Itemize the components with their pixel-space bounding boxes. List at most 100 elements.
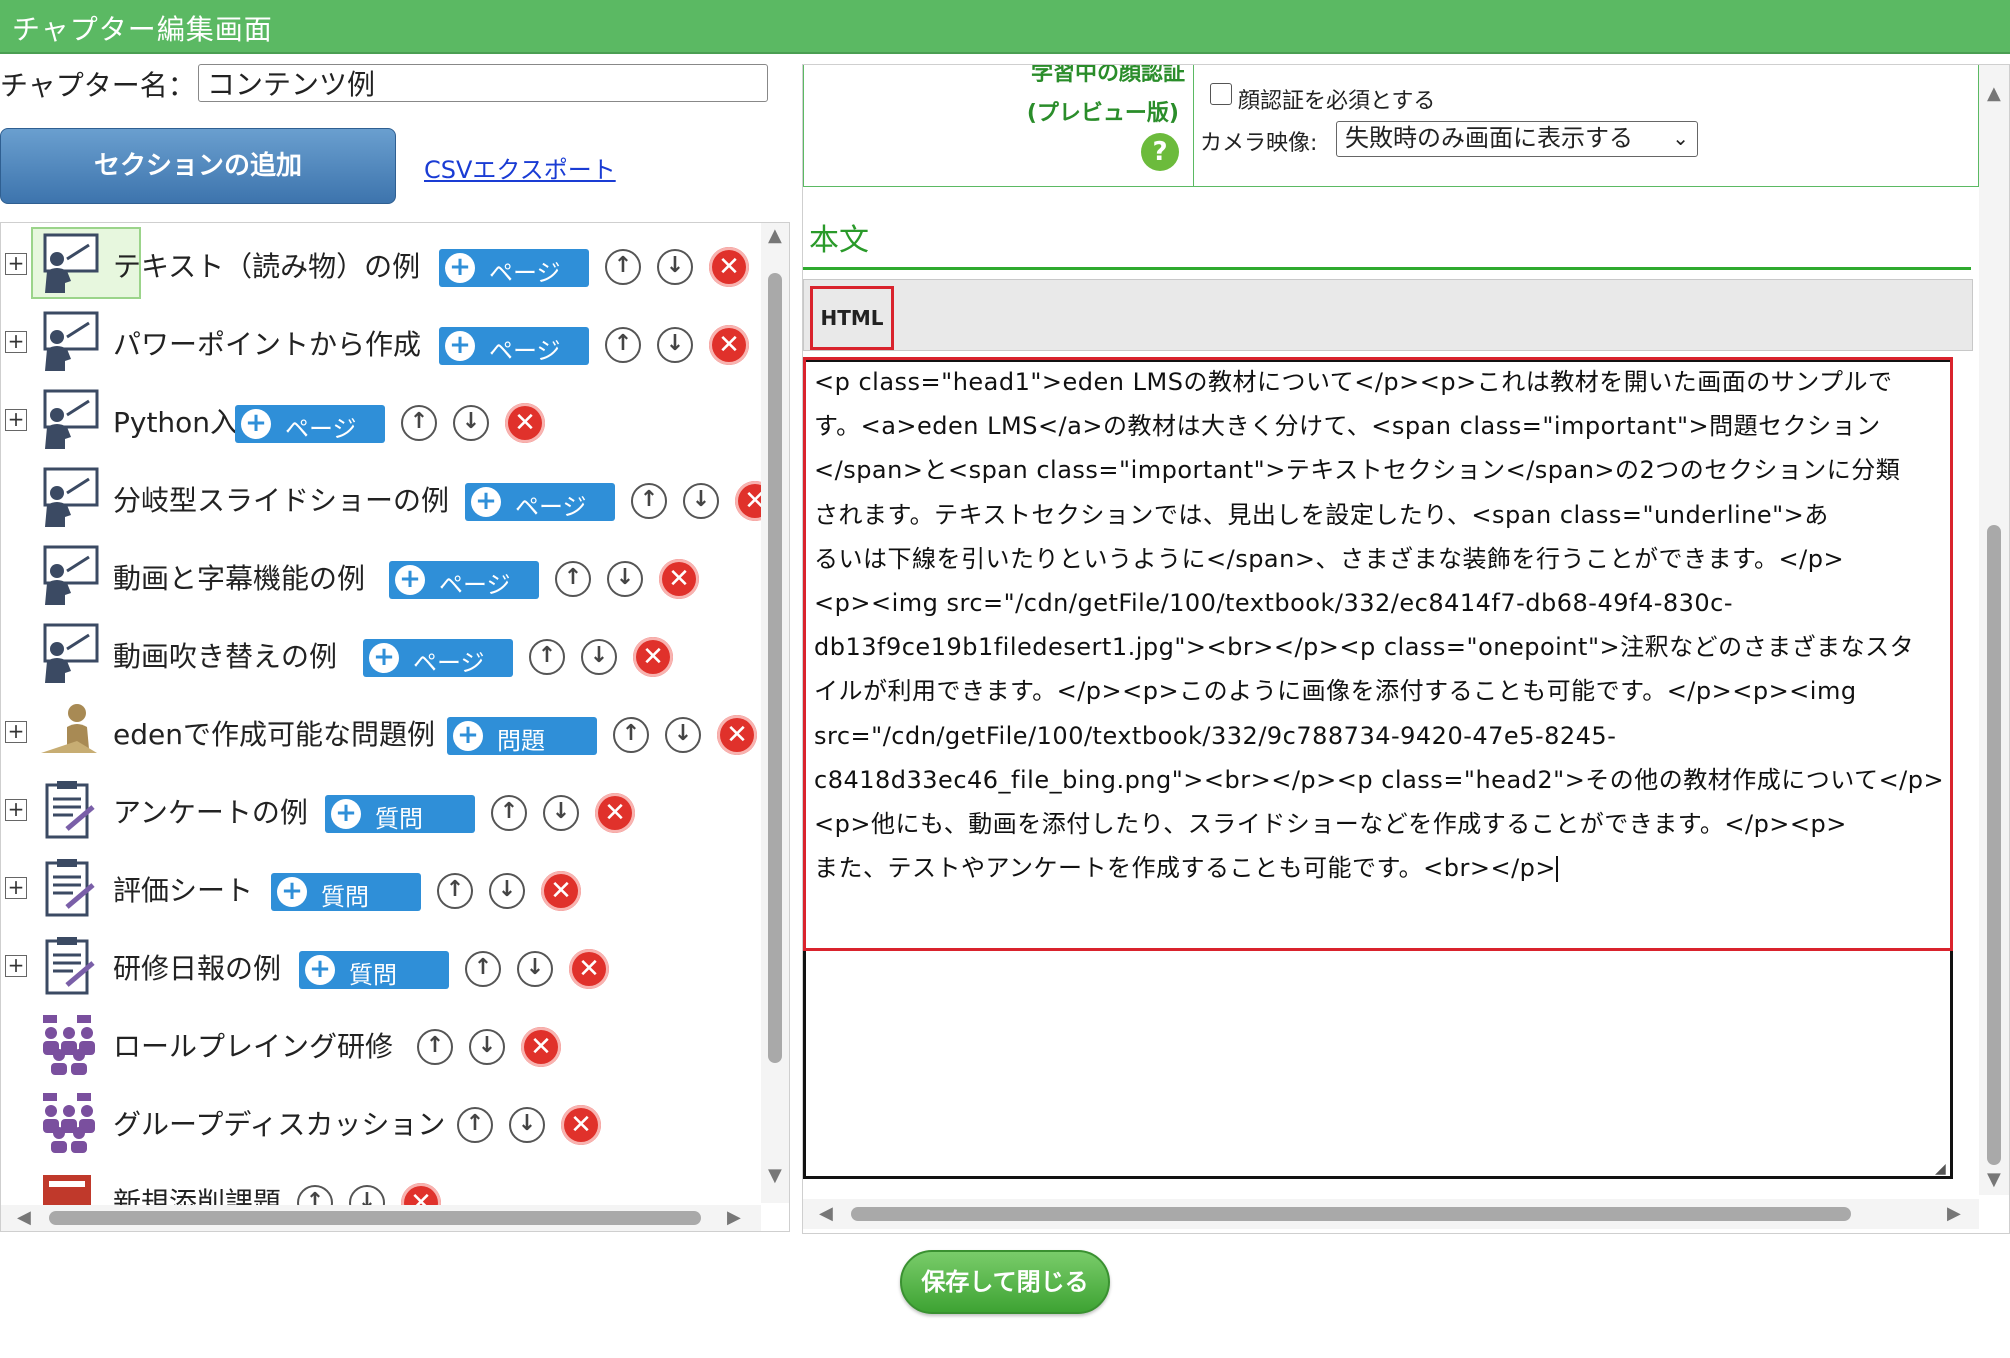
- panel-horizontal-scrollbar[interactable]: ◀ ▶: [803, 1199, 1979, 1229]
- delete-icon[interactable]: ✕: [709, 247, 749, 287]
- move-up-icon[interactable]: ↑: [613, 717, 649, 753]
- expand-icon[interactable]: +: [5, 253, 27, 275]
- add-question-button[interactable]: + 質問: [325, 795, 475, 833]
- delete-icon[interactable]: ✕: [521, 1027, 561, 1067]
- add-page-button[interactable]: + ページ: [439, 249, 589, 287]
- add-question-button[interactable]: + 問題: [447, 717, 597, 755]
- scroll-down-arrow[interactable]: ▼: [768, 1165, 782, 1186]
- move-up-icon[interactable]: ↑: [631, 483, 667, 519]
- add-question-button[interactable]: + 質問: [271, 873, 421, 911]
- move-down-icon[interactable]: ↓: [607, 561, 643, 597]
- chapter-name-input[interactable]: [198, 64, 768, 102]
- move-down-icon[interactable]: ↓: [657, 327, 693, 363]
- tree-item-label[interactable]: パワーポイントから作成: [113, 323, 421, 363]
- tree-row[interactable]: + edenで作成可能な問題例 + 問題 ↑ ↓ ✕: [1, 691, 761, 769]
- move-up-icon[interactable]: ↑: [529, 639, 565, 675]
- html-source-button[interactable]: HTML: [810, 286, 894, 350]
- move-down-icon[interactable]: ↓: [683, 483, 719, 519]
- scroll-up-arrow[interactable]: ▲: [768, 225, 782, 246]
- tree-row[interactable]: + パワーポイントから作成 + ページ ↑ ↓ ✕: [1, 301, 761, 379]
- move-up-icon[interactable]: ↑: [417, 1029, 453, 1065]
- expand-icon[interactable]: +: [5, 331, 27, 353]
- camera-display-select[interactable]: 失敗時のみ画面に表示する ⌄: [1336, 121, 1698, 157]
- move-up-icon[interactable]: ↑: [401, 405, 437, 441]
- scroll-thumb[interactable]: [49, 1211, 701, 1225]
- save-and-close-button[interactable]: 保存して閉じる: [900, 1250, 1110, 1314]
- scroll-up-arrow[interactable]: ▲: [1987, 83, 2001, 104]
- move-up-icon[interactable]: ↑: [605, 249, 641, 285]
- tree-row[interactable]: ロールプレイング研修 ↑ ↓ ✕: [1, 1003, 761, 1081]
- tree-row[interactable]: + 研修日報の例 + 質問 ↑ ↓ ✕: [1, 925, 761, 1003]
- add-page-button[interactable]: + ページ: [439, 327, 589, 365]
- scroll-thumb[interactable]: [851, 1207, 1851, 1221]
- tree-item-label[interactable]: 分岐型スライドショーの例: [113, 479, 449, 519]
- tree-item-label[interactable]: アンケートの例: [113, 791, 308, 831]
- delete-icon[interactable]: ✕: [595, 793, 635, 833]
- delete-icon[interactable]: ✕: [505, 403, 545, 443]
- delete-icon[interactable]: ✕: [659, 559, 699, 599]
- scroll-down-arrow[interactable]: ▼: [1987, 1169, 2001, 1190]
- tree-item-label[interactable]: テキスト（読み物）の例: [113, 245, 420, 285]
- tree-row[interactable]: グループディスカッション ↑ ↓ ✕: [1, 1081, 761, 1159]
- tree-row[interactable]: 動画吹き替えの例 + ページ ↑ ↓ ✕: [1, 613, 761, 691]
- move-up-icon[interactable]: ↑: [491, 795, 527, 831]
- scroll-thumb[interactable]: [1987, 525, 2001, 1165]
- tree-item-label[interactable]: edenで作成可能な問題例: [113, 713, 435, 753]
- add-page-button[interactable]: + ページ: [465, 483, 615, 521]
- scroll-left-arrow[interactable]: ◀: [17, 1207, 31, 1228]
- scroll-right-arrow[interactable]: ▶: [1947, 1203, 1961, 1224]
- html-source-text[interactable]: <p class="head1">eden LMSの教材について</p><p>こ…: [814, 360, 1944, 890]
- add-section-button[interactable]: セクションの追加: [0, 128, 396, 204]
- add-page-button[interactable]: + ページ: [235, 405, 385, 443]
- move-down-icon[interactable]: ↓: [489, 873, 525, 909]
- tree-item-label[interactable]: 評価シート: [113, 869, 253, 909]
- resize-handle-icon[interactable]: ◢: [1935, 1161, 1946, 1177]
- move-up-icon[interactable]: ↑: [555, 561, 591, 597]
- tree-item-label[interactable]: 研修日報の例: [113, 947, 281, 987]
- move-up-icon[interactable]: ↑: [605, 327, 641, 363]
- tree-item-label[interactable]: グループディスカッション: [113, 1103, 445, 1143]
- tree-horizontal-scrollbar[interactable]: ◀ ▶: [1, 1205, 761, 1231]
- move-down-icon[interactable]: ↓: [581, 639, 617, 675]
- tree-row[interactable]: + 評価シート + 質問 ↑ ↓ ✕: [1, 847, 761, 925]
- scroll-left-arrow[interactable]: ◀: [819, 1203, 833, 1224]
- add-question-button[interactable]: + 質問: [299, 951, 449, 989]
- scroll-right-arrow[interactable]: ▶: [727, 1207, 741, 1228]
- tree-row[interactable]: 分岐型スライドショーの例 + ページ ↑ ↓ ✕: [1, 457, 775, 535]
- delete-icon[interactable]: ✕: [561, 1105, 601, 1145]
- delete-icon[interactable]: ✕: [717, 715, 757, 755]
- expand-icon[interactable]: +: [5, 721, 27, 743]
- tree-vertical-scrollbar[interactable]: ▲ ▼: [761, 223, 789, 1203]
- move-up-icon[interactable]: ↑: [437, 873, 473, 909]
- tree-item-label[interactable]: 動画吹き替えの例: [113, 635, 337, 675]
- tree-item-label[interactable]: ロールプレイング研修: [113, 1025, 393, 1065]
- move-up-icon[interactable]: ↑: [465, 951, 501, 987]
- expand-icon[interactable]: +: [5, 877, 27, 899]
- panel-vertical-scrollbar[interactable]: ▲ ▼: [1979, 65, 2009, 1195]
- tree-row[interactable]: + アンケートの例 + 質問 ↑ ↓ ✕: [1, 769, 761, 847]
- delete-icon[interactable]: ✕: [709, 325, 749, 365]
- face-auth-required-checkbox[interactable]: [1210, 83, 1232, 105]
- scroll-thumb[interactable]: [768, 273, 782, 1063]
- tree-row[interactable]: + テキスト（読み物）の例 + ページ ↑ ↓ ✕: [1, 223, 761, 301]
- add-page-button[interactable]: + ページ: [363, 639, 513, 677]
- move-down-icon[interactable]: ↓: [657, 249, 693, 285]
- add-page-button[interactable]: + ページ: [389, 561, 539, 599]
- help-icon[interactable]: ?: [1141, 133, 1179, 171]
- expand-icon[interactable]: +: [5, 409, 27, 431]
- delete-icon[interactable]: ✕: [541, 871, 581, 911]
- expand-icon[interactable]: +: [5, 799, 27, 821]
- tree-row[interactable]: 動画と字幕機能の例 + ページ ↑ ↓ ✕: [1, 535, 761, 613]
- move-down-icon[interactable]: ↓: [665, 717, 701, 753]
- move-up-icon[interactable]: ↑: [457, 1107, 493, 1143]
- expand-icon[interactable]: +: [5, 955, 27, 977]
- delete-icon[interactable]: ✕: [569, 949, 609, 989]
- csv-export-link[interactable]: CSVエクスポート: [424, 150, 616, 185]
- move-down-icon[interactable]: ↓: [469, 1029, 505, 1065]
- move-down-icon[interactable]: ↓: [517, 951, 553, 987]
- move-down-icon[interactable]: ↓: [509, 1107, 545, 1143]
- move-down-icon[interactable]: ↓: [543, 795, 579, 831]
- delete-icon[interactable]: ✕: [633, 637, 673, 677]
- tree-row[interactable]: + Python入門 + ページ ↑ ↓ ✕: [1, 379, 761, 457]
- tree-item-label[interactable]: 動画と字幕機能の例: [113, 557, 365, 597]
